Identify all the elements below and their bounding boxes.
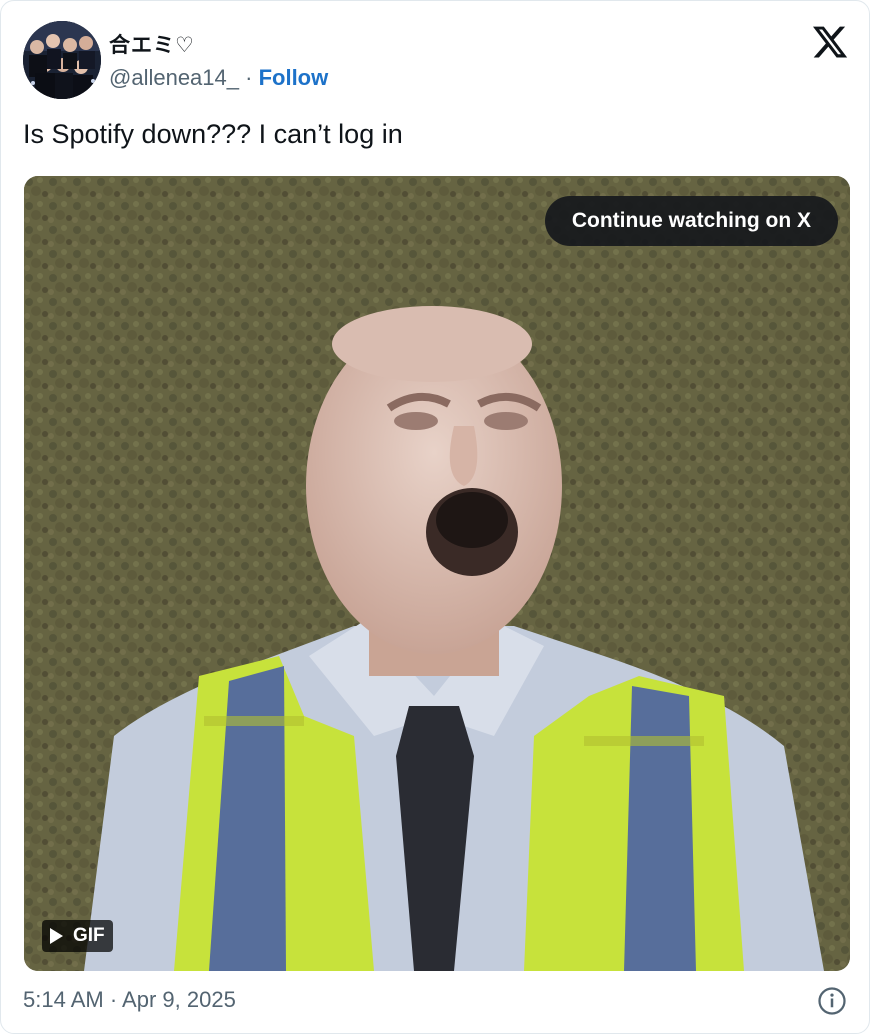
tweet-timestamp[interactable]: 5:14 AM · Apr 9, 2025 xyxy=(23,987,236,1013)
follow-button[interactable]: Follow xyxy=(259,65,329,90)
info-icon[interactable] xyxy=(817,986,847,1016)
play-icon xyxy=(50,928,63,944)
continue-watching-button[interactable]: Continue watching on X xyxy=(544,196,838,246)
tweet-text: Is Spotify down??? I can’t log in xyxy=(23,119,403,149)
gif-media[interactable]: Continue watching on X GIF xyxy=(24,176,850,971)
gif-frame-image xyxy=(24,176,850,971)
gif-badge[interactable]: GIF xyxy=(42,920,113,952)
tweet-card: 合エミ♡ @allenea14_ · Follow Is Spotify dow… xyxy=(0,0,870,1034)
x-logo-icon[interactable] xyxy=(811,23,849,61)
display-name[interactable]: 合エミ♡ xyxy=(109,29,195,59)
tweet-header: 合エミ♡ @allenea14_ · Follow xyxy=(23,21,849,101)
handle-row: @allenea14_ · Follow xyxy=(109,65,328,91)
user-handle[interactable]: @allenea14_ xyxy=(109,65,239,90)
gif-label: GIF xyxy=(73,925,105,946)
separator-dot: · xyxy=(245,65,253,90)
avatar[interactable] xyxy=(23,21,101,99)
